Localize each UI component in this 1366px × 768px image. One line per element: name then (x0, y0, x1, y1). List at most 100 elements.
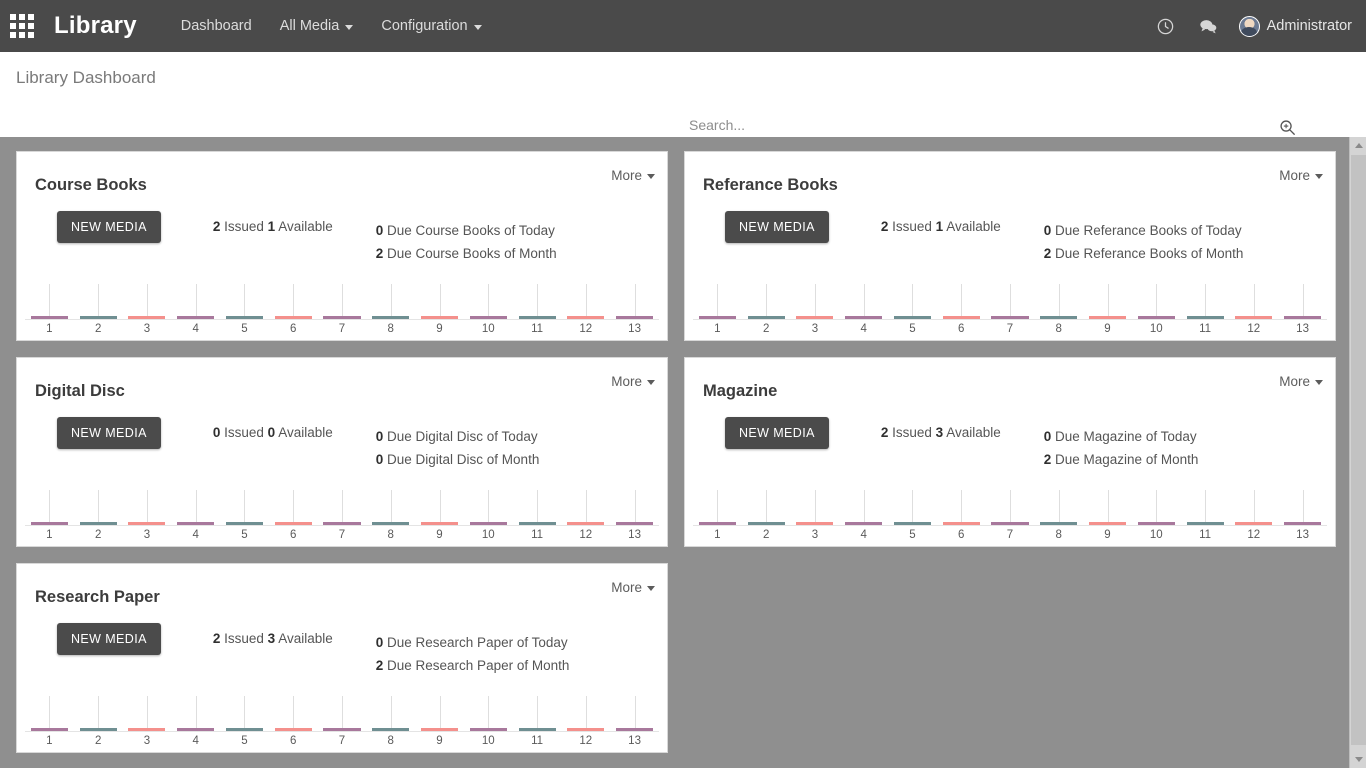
chart-bar[interactable] (845, 522, 883, 525)
chart-bar[interactable] (747, 316, 785, 319)
chart-bar[interactable] (323, 522, 361, 525)
chart-column[interactable] (318, 278, 367, 319)
apps-grid-icon[interactable] (8, 12, 36, 40)
chart-bar[interactable] (991, 522, 1029, 525)
chart-column[interactable] (220, 484, 269, 525)
chart-column[interactable] (1083, 278, 1132, 319)
chart-bar[interactable] (469, 522, 507, 525)
chart-column[interactable] (415, 278, 464, 319)
chart-bar[interactable] (274, 728, 312, 731)
chart-column[interactable] (25, 484, 74, 525)
brand-title[interactable]: Library (54, 12, 137, 40)
chart-column[interactable] (123, 484, 172, 525)
chart-column[interactable] (366, 278, 415, 319)
chart-bar[interactable] (323, 316, 361, 319)
chart-bar[interactable] (420, 316, 459, 319)
chart-column[interactable] (986, 484, 1035, 525)
chart-column[interactable] (171, 278, 220, 319)
chart-bar[interactable] (616, 728, 654, 731)
chart-bar[interactable] (616, 316, 654, 319)
chart-column[interactable] (610, 484, 659, 525)
chart-column[interactable] (839, 484, 888, 525)
chart-column[interactable] (464, 484, 513, 525)
chart-column[interactable] (1132, 484, 1181, 525)
chart-column[interactable] (269, 484, 318, 525)
chart-bar[interactable] (274, 522, 312, 525)
chart-bar[interactable] (698, 316, 736, 319)
chart-bar[interactable] (225, 728, 263, 731)
chart-column[interactable] (123, 278, 172, 319)
chart-column[interactable] (888, 484, 937, 525)
chart-column[interactable] (269, 278, 318, 319)
scroll-up-arrow-icon[interactable] (1350, 137, 1366, 154)
chart-bar[interactable] (567, 522, 605, 525)
card-more-dropdown[interactable]: More (611, 168, 655, 183)
chart-column[interactable] (742, 484, 791, 525)
chart-bar[interactable] (942, 316, 980, 319)
due-today-label[interactable]: Due Referance Books of Today (1055, 223, 1242, 238)
due-month-label[interactable]: Due Referance Books of Month (1055, 246, 1243, 261)
chart-bar[interactable] (1088, 522, 1127, 525)
chart-bar[interactable] (698, 522, 736, 525)
chart-column[interactable] (1278, 278, 1327, 319)
card-more-dropdown[interactable]: More (1279, 374, 1323, 389)
chart-column[interactable] (888, 278, 937, 319)
chart-bar[interactable] (518, 728, 556, 731)
chart-bar[interactable] (518, 522, 556, 525)
chart-column[interactable] (464, 690, 513, 731)
chart-bar[interactable] (1137, 522, 1175, 525)
chart-column[interactable] (1229, 278, 1278, 319)
chart-bar[interactable] (1235, 316, 1273, 319)
chart-column[interactable] (25, 278, 74, 319)
chart-bar[interactable] (747, 522, 785, 525)
chart-bar[interactable] (30, 522, 68, 525)
chart-column[interactable] (1181, 484, 1230, 525)
chart-column[interactable] (74, 484, 123, 525)
chart-bar[interactable] (128, 316, 166, 319)
chart-column[interactable] (220, 690, 269, 731)
due-month-label[interactable]: Due Course Books of Month (387, 246, 557, 261)
chart-bar[interactable] (469, 316, 507, 319)
clock-icon[interactable] (1155, 15, 1177, 37)
due-month-label[interactable]: Due Magazine of Month (1055, 452, 1198, 467)
chart-column[interactable] (123, 690, 172, 731)
new-media-button[interactable]: NEW MEDIA (725, 417, 829, 449)
chart-bar[interactable] (518, 316, 556, 319)
chart-column[interactable] (220, 278, 269, 319)
due-today-label[interactable]: Due Magazine of Today (1055, 429, 1197, 444)
chart-column[interactable] (513, 690, 562, 731)
chart-column[interactable] (513, 278, 562, 319)
chart-bar[interactable] (1088, 316, 1127, 319)
chart-column[interactable] (1278, 484, 1327, 525)
due-month-label[interactable]: Due Digital Disc of Month (387, 452, 539, 467)
chart-column[interactable] (937, 484, 986, 525)
chart-column[interactable] (1083, 484, 1132, 525)
chart-column[interactable] (610, 690, 659, 731)
chart-bar[interactable] (1186, 316, 1224, 319)
chart-bar[interactable] (420, 522, 459, 525)
chart-bar[interactable] (567, 316, 605, 319)
chart-bar[interactable] (845, 316, 883, 319)
chart-bar[interactable] (796, 316, 834, 319)
chart-column[interactable] (693, 278, 742, 319)
chart-bar[interactable] (893, 316, 931, 319)
chart-column[interactable] (415, 690, 464, 731)
chart-column[interactable] (269, 690, 318, 731)
chart-column[interactable] (74, 278, 123, 319)
chart-column[interactable] (25, 690, 74, 731)
chart-bar[interactable] (274, 316, 312, 319)
chat-bubble-icon[interactable] (1197, 15, 1219, 37)
chart-bar[interactable] (30, 728, 68, 731)
chart-bar[interactable] (1235, 522, 1273, 525)
chart-column[interactable] (318, 484, 367, 525)
chart-column[interactable] (561, 690, 610, 731)
due-today-label[interactable]: Due Research Paper of Today (387, 635, 568, 650)
chart-bar[interactable] (372, 728, 410, 731)
chart-bar[interactable] (177, 316, 215, 319)
chart-bar[interactable] (1284, 522, 1322, 525)
chart-bar[interactable] (1137, 316, 1175, 319)
chart-bar[interactable] (1284, 316, 1322, 319)
chart-bar[interactable] (1186, 522, 1224, 525)
scrollbar-thumb[interactable] (1351, 155, 1366, 745)
chart-bar[interactable] (372, 522, 410, 525)
